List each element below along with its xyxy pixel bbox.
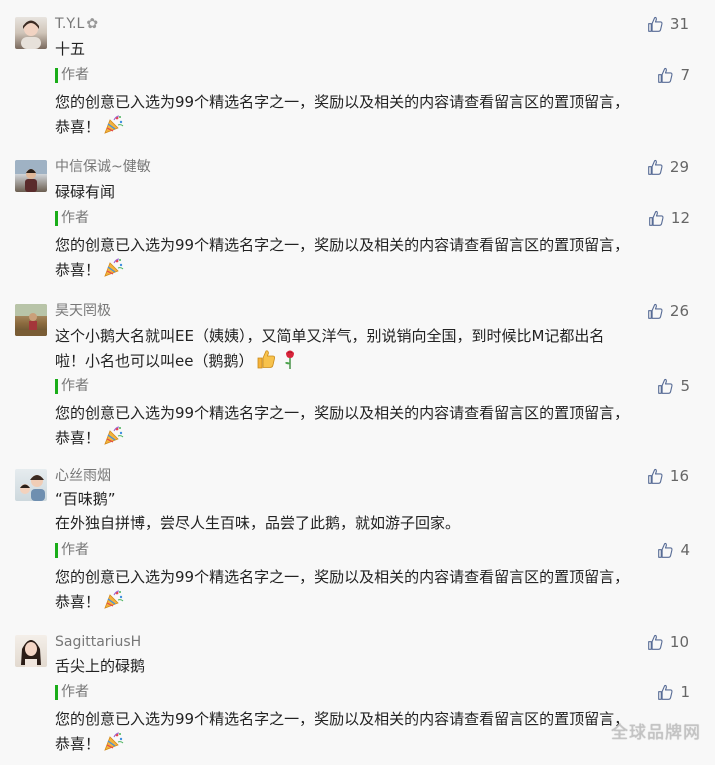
comment-text-line: 在外独自拼博，尝尽人生百味，品尝了此鹅，就如游子回家。	[55, 514, 461, 532]
thumbs-up-icon	[648, 159, 663, 175]
party-popper-icon	[104, 590, 124, 609]
rose-emoji-icon	[285, 350, 295, 369]
avatar[interactable]	[15, 635, 47, 667]
thumbs-up-icon	[648, 634, 663, 650]
thumbs-up-icon	[648, 16, 663, 32]
party-popper-icon	[104, 426, 124, 445]
like-count: 31	[669, 15, 689, 33]
comment-nickname[interactable]: 心丝雨烟	[55, 467, 111, 485]
reply-text-line: 您的创意已入选为99个精选名字之一，奖励以及相关的内容请查看留言区的置顶留言，	[55, 404, 630, 422]
reply-text: 您的创意已入选为99个精选名字之一，奖励以及相关的内容请查看留言区的置顶留言， …	[55, 565, 695, 614]
reply-like-button[interactable]: 4	[657, 540, 690, 560]
reply-text-line: 您的创意已入选为99个精选名字之一，奖励以及相关的内容请查看留言区的置顶留言，	[55, 710, 630, 728]
reply-text-line: 恭喜！	[55, 731, 695, 756]
thumbs-up-icon	[658, 684, 673, 700]
party-popper-icon	[104, 115, 124, 134]
comment-text-line: 碌碌有闻	[55, 183, 116, 201]
author-reply: 作者 12 您的创意已入选为99个精选名字之一，奖励以及相关的内容请查看留言区的…	[55, 208, 705, 279]
like-button[interactable]: 31	[647, 15, 689, 33]
avatar[interactable]	[15, 17, 47, 49]
reply-like-count: 1	[680, 683, 690, 701]
reply-author: 作者	[61, 684, 89, 700]
comment-nickname[interactable]: 昊天罔极	[55, 302, 111, 320]
avatar[interactable]	[15, 304, 47, 336]
like-button[interactable]: 26	[647, 302, 689, 320]
reply-text: 您的创意已入选为99个精选名字之一，奖励以及相关的内容请查看留言区的置顶留言， …	[55, 707, 695, 756]
avatar[interactable]	[15, 469, 47, 501]
comment-nickname[interactable]: SagittariusH	[55, 633, 141, 651]
comment-nickname[interactable]: T.Y.L ✿	[55, 15, 98, 33]
like-count: 29	[669, 158, 689, 176]
reply-text-line: 恭喜！	[55, 589, 695, 614]
author-reply: 作者 4 您的创意已入选为99个精选名字之一，奖励以及相关的内容请查看留言区的置…	[55, 540, 705, 611]
reply-like-button[interactable]: 12	[648, 208, 690, 228]
reply-text: 您的创意已入选为99个精选名字之一，奖励以及相关的内容请查看留言区的置顶留言， …	[55, 90, 695, 139]
reply-text-line: 您的创意已入选为99个精选名字之一，奖励以及相关的内容请查看留言区的置顶留言，	[55, 568, 630, 586]
reply-text-line: 您的创意已入选为99个精选名字之一，奖励以及相关的内容请查看留言区的置顶留言，	[55, 93, 630, 111]
reply-text: 您的创意已入选为99个精选名字之一，奖励以及相关的内容请查看留言区的置顶留言， …	[55, 401, 695, 450]
author-reply-bar	[55, 543, 58, 558]
watermark: 全球品牌网	[611, 723, 701, 743]
author-reply: 作者 5 您的创意已入选为99个精选名字之一，奖励以及相关的内容请查看留言区的置…	[55, 376, 705, 447]
like-button[interactable]: 10	[647, 633, 689, 651]
reply-like-button[interactable]: 1	[657, 682, 690, 702]
comment-text-line: “百味鹅”	[55, 490, 116, 508]
comment-text: 碌碌有闻	[55, 180, 685, 204]
reply-author: 作者	[61, 542, 89, 558]
author-reply: 作者 1 您的创意已入选为99个精选名字之一，奖励以及相关的内容请查看留言区的置…	[55, 682, 705, 753]
comment-text-line: 舌尖上的碌鹅	[55, 657, 146, 675]
comment-text: “百味鹅” 在外独自拼博，尝尽人生百味，品尝了此鹅，就如游子回家。	[55, 487, 685, 535]
author-reply-bar	[55, 68, 58, 83]
like-count: 16	[669, 467, 689, 485]
thumbs-up-icon	[648, 468, 663, 484]
author-reply-bar	[55, 211, 58, 226]
comment-text: 舌尖上的碌鹅	[55, 654, 685, 678]
reply-like-count: 7	[680, 66, 690, 84]
reply-like-button[interactable]: 5	[657, 376, 690, 396]
flower-badge-icon: ✿	[86, 16, 99, 32]
avatar[interactable]	[15, 160, 47, 192]
reply-like-button[interactable]: 7	[657, 65, 690, 85]
comment-nickname[interactable]: 中信保诚~健敏	[55, 158, 151, 176]
reply-like-count: 12	[670, 209, 690, 227]
reply-author: 作者	[61, 378, 89, 394]
like-button[interactable]: 29	[647, 158, 689, 176]
like-button[interactable]: 16	[647, 467, 689, 485]
reply-like-count: 4	[680, 541, 690, 559]
reply-text-line: 恭喜！	[55, 425, 695, 450]
like-count: 10	[669, 633, 689, 651]
author-reply-bar	[55, 379, 58, 394]
author-reply-bar	[55, 685, 58, 700]
thumbs-up-emoji-icon	[258, 350, 276, 369]
reply-like-count: 5	[680, 377, 690, 395]
thumbs-up-icon	[658, 542, 673, 558]
comment-text-line: 这个小鹅大名就叫EE（姨姨），又简单又洋气，别说销向全国，到时候比M记都出名	[55, 327, 605, 345]
reply-text-line: 恭喜！	[55, 114, 695, 139]
reply-text-line: 您的创意已入选为99个精选名字之一，奖励以及相关的内容请查看留言区的置顶留言，	[55, 236, 630, 254]
thumbs-up-icon	[649, 210, 664, 226]
comment-text: 十五	[55, 37, 685, 61]
thumbs-up-icon	[658, 378, 673, 394]
thumbs-up-icon	[658, 67, 673, 83]
reply-author: 作者	[61, 210, 89, 226]
comment-text: 这个小鹅大名就叫EE（姨姨），又简单又洋气，别说销向全国，到时候比M记都出名 啦…	[55, 324, 685, 373]
reply-text-line: 恭喜！	[55, 257, 695, 282]
comment-text-line: 啦！小名也可以叫ee（鹅鹅）	[55, 348, 685, 373]
reply-author: 作者	[61, 67, 89, 83]
party-popper-icon	[104, 258, 124, 277]
reply-text: 您的创意已入选为99个精选名字之一，奖励以及相关的内容请查看留言区的置顶留言， …	[55, 233, 695, 282]
thumbs-up-icon	[648, 303, 663, 319]
like-count: 26	[669, 302, 689, 320]
author-reply: 作者 7 您的创意已入选为99个精选名字之一，奖励以及相关的内容请查看留言区的置…	[55, 65, 705, 136]
comment-text-line: 十五	[55, 40, 86, 58]
party-popper-icon	[104, 732, 124, 751]
